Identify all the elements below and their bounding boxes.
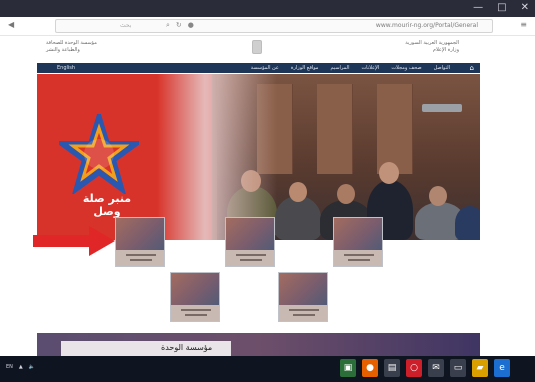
screen: — □ ✕ ◀ بحث ⌕ ↻ ● www.mourir-ng.org/Port…	[0, 0, 535, 382]
caption-line	[344, 254, 374, 256]
nav-item-5[interactable]: التواصل	[434, 65, 450, 71]
close-button[interactable]: ✕	[521, 2, 529, 14]
thumbnail-image	[116, 218, 164, 250]
taskbar: EN ▲ 🔈 ▣ ● ▤ ○ ✉ ▭ ▰ e	[0, 356, 535, 382]
nav-item-0[interactable]: عن المؤسسة	[251, 65, 279, 71]
head	[379, 162, 399, 184]
caption-line	[126, 254, 156, 256]
edge-icon[interactable]: e	[494, 359, 510, 377]
head	[289, 182, 307, 202]
header-right: الجمهورية العربية السورية وزارة الإعلام	[389, 40, 459, 54]
file-icon[interactable]: ▤	[384, 359, 400, 377]
thumbnail-image	[279, 273, 327, 305]
main-navbar: English عن المؤسسة مواقع الوزارة المراسي…	[37, 63, 480, 73]
thumbnail-caption	[116, 250, 164, 266]
nav-english-link[interactable]: English	[57, 65, 75, 71]
browser-titlebar: — □ ✕	[0, 0, 535, 17]
search-placeholder: بحث	[120, 22, 132, 29]
window-controls: — □ ✕	[473, 2, 529, 14]
thumbnail-caption	[226, 250, 274, 266]
back-icon[interactable]: ◀	[8, 20, 14, 29]
tray-chevron-icon[interactable]: ▲	[19, 364, 23, 370]
url-text[interactable]: www.mourir-ng.org/Portal/General	[376, 22, 478, 29]
thumbnail-caption	[279, 305, 327, 321]
mail-icon[interactable]: ✉	[428, 359, 444, 377]
app-icon[interactable]: ▣	[340, 359, 356, 377]
newspaper-thumbnail[interactable]	[278, 272, 328, 322]
bottom-card: مؤسسة الوحدة	[61, 341, 231, 357]
language-indicator[interactable]: EN	[6, 364, 13, 370]
thumbnail-caption	[171, 305, 219, 321]
home-icon[interactable]: ⌂	[470, 64, 474, 72]
lamp	[422, 104, 462, 112]
opera-icon[interactable]: ○	[406, 359, 422, 377]
menu-icon[interactable]: ≡	[520, 20, 527, 29]
logo-text: منبر صلة وصل	[82, 192, 132, 218]
volume-icon[interactable]: 🔈	[29, 364, 35, 370]
head	[337, 184, 355, 204]
header-left: مؤسسة الوحدة للصحافة والطباعة والنشر	[46, 40, 116, 54]
header-right-line1: الجمهورية العربية السورية	[405, 40, 459, 46]
caption-line	[293, 314, 315, 316]
thumbnail-image	[226, 218, 274, 250]
newspaper-thumbnail[interactable]	[115, 217, 165, 267]
thumbnail-image	[171, 273, 219, 305]
emblem-icon	[252, 40, 262, 54]
caption-line	[236, 254, 266, 256]
refresh-icon[interactable]: ↻	[176, 21, 182, 30]
web-page: الجمهورية العربية السورية وزارة الإعلام …	[0, 36, 535, 357]
caption-line	[181, 309, 211, 311]
taskbar-tray: EN ▲ 🔈	[6, 364, 35, 370]
nav-item-2[interactable]: المراسيم	[330, 65, 349, 71]
person	[455, 206, 480, 240]
caption-line	[348, 259, 370, 261]
thumbnail-image	[334, 218, 382, 250]
caption-line	[289, 309, 319, 311]
head	[429, 186, 447, 206]
newspaper-thumbnail[interactable]	[170, 272, 220, 322]
nav-item-4[interactable]: صحف ومجلات	[391, 65, 421, 71]
red-arrow-icon	[33, 226, 115, 256]
bottom-banner[interactable]: مؤسسة الوحدة	[37, 333, 480, 357]
wall-panel	[317, 84, 353, 174]
wall-panel	[377, 84, 413, 174]
search-icon[interactable]: ⌕	[166, 21, 170, 30]
taskbar-icons: ▣ ● ▤ ○ ✉ ▭ ▰ e	[340, 359, 510, 377]
url-icons: ⌕ ↻ ●	[166, 21, 194, 30]
store-icon[interactable]: ▭	[450, 359, 466, 377]
nav-item-1[interactable]: مواقع الوزارة	[291, 65, 319, 71]
caption-line	[185, 314, 207, 316]
newspaper-thumbnail[interactable]	[333, 217, 383, 267]
firefox-icon[interactable]: ●	[362, 359, 378, 377]
newspaper-thumbnail[interactable]	[225, 217, 275, 267]
nav-item-3[interactable]: الإعلانات	[361, 65, 379, 71]
header-left-line1: مؤسسة الوحدة للصحافة	[46, 40, 97, 46]
maximize-button[interactable]: □	[497, 2, 506, 14]
hero-banner: منبر صلة وصل	[37, 74, 480, 240]
minimize-button[interactable]: —	[473, 2, 483, 14]
nav-items: عن المؤسسة مواقع الوزارة المراسيم الإعلا…	[251, 65, 450, 71]
folder-icon[interactable]: ▰	[472, 359, 488, 377]
header-left-line2: والطباعة والنشر	[46, 47, 80, 53]
bottom-banner-text: مؤسسة الوحدة	[161, 343, 213, 352]
caption-line	[130, 259, 152, 261]
hero-gradient	[157, 74, 277, 240]
star-logo-icon	[59, 114, 139, 194]
settings-icon[interactable]: ●	[188, 21, 194, 30]
browser-toolbar: ◀ بحث ⌕ ↻ ● www.mourir-ng.org/Portal/Gen…	[0, 17, 535, 36]
caption-line	[240, 259, 262, 261]
address-bar[interactable]: بحث ⌕ ↻ ● www.mourir-ng.org/Portal/Gener…	[55, 19, 493, 33]
thumbnail-caption	[334, 250, 382, 266]
header-right-line2: وزارة الإعلام	[432, 47, 459, 53]
person	[275, 196, 321, 240]
